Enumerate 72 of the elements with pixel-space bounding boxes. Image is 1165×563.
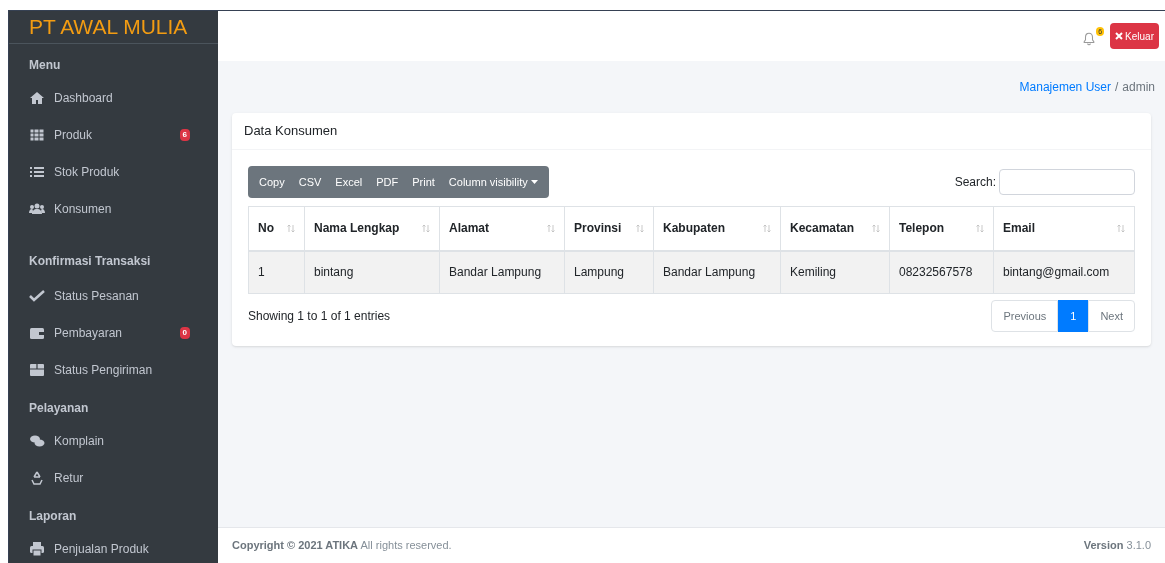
sort-icon bbox=[636, 223, 644, 233]
check-icon bbox=[29, 288, 45, 304]
table-cell: bintang@gmail.com bbox=[993, 250, 1135, 294]
grid-icon bbox=[29, 127, 45, 143]
table-cell: Bandar Lampung bbox=[439, 250, 565, 294]
brand-title[interactable]: PT AWAL MULIA bbox=[29, 11, 188, 43]
sidebar-item[interactable]: Produk 6 bbox=[29, 116, 198, 154]
table-cell: 1 bbox=[248, 250, 305, 294]
version-text: Version 3.1.0 bbox=[1083, 538, 1151, 554]
logout-button[interactable]: Keluar bbox=[1110, 23, 1159, 49]
chat-icon bbox=[29, 433, 45, 449]
search-field[interactable] bbox=[999, 169, 1135, 195]
sidebar-item[interactable]: Komplain bbox=[29, 422, 198, 460]
sort-icon bbox=[872, 223, 880, 233]
printer-icon bbox=[29, 541, 45, 557]
breadcrumb-separator: / bbox=[1114, 79, 1119, 96]
caret-icon bbox=[530, 180, 538, 184]
sidebar-item[interactable]: Status Pengiriman bbox=[29, 351, 198, 389]
users-icon bbox=[29, 201, 45, 217]
home-icon bbox=[29, 90, 45, 106]
breadcrumb-current: admin bbox=[1122, 79, 1155, 96]
sort-icon bbox=[763, 223, 771, 233]
list-icon bbox=[29, 164, 45, 180]
table-cell: Bandar Lampung bbox=[653, 250, 781, 294]
sidebar-item[interactable]: Status Pesanan bbox=[29, 277, 198, 315]
sidebar-heading: Laporan bbox=[29, 507, 78, 525]
column-header[interactable]: Kecamatan bbox=[780, 206, 890, 251]
sidebar-item[interactable]: Retur bbox=[29, 459, 198, 497]
page-button[interactable]: 1 bbox=[1058, 300, 1089, 332]
column-header[interactable]: Email bbox=[993, 206, 1135, 251]
count-badge: 0 bbox=[179, 327, 190, 339]
bell-icon bbox=[1082, 31, 1097, 46]
export-button[interactable]: PDF bbox=[369, 166, 406, 198]
export-button[interactable]: CSV bbox=[291, 166, 329, 198]
sidebar-item[interactable]: Stok Produk bbox=[29, 153, 198, 191]
column-header[interactable]: Telepon bbox=[889, 206, 994, 251]
sidebar-heading: Pelayanan bbox=[29, 399, 90, 417]
export-button[interactable]: Print bbox=[405, 166, 442, 198]
sort-icon bbox=[976, 223, 984, 233]
breadcrumb-link[interactable]: Manajemen User bbox=[1019, 78, 1111, 96]
sort-icon bbox=[547, 223, 555, 233]
page-button[interactable]: Previous bbox=[991, 300, 1059, 332]
sidebar-item[interactable]: Konsumen bbox=[29, 190, 198, 228]
search-label: Search: bbox=[954, 174, 996, 191]
column-header[interactable]: Nama Lengkap bbox=[304, 206, 440, 251]
sort-icon bbox=[287, 223, 295, 233]
sidebar-item[interactable]: Penjualan Produk bbox=[29, 530, 198, 563]
table-cell: Lampung bbox=[564, 250, 654, 294]
copyright-text: Copyright © 2021 ATIKA All rights reserved. bbox=[232, 538, 452, 554]
column-header[interactable]: No bbox=[248, 206, 305, 251]
export-button[interactable]: Excel bbox=[328, 166, 370, 198]
sidebar-item[interactable]: Pembayaran 0 bbox=[29, 314, 198, 352]
close-icon bbox=[1115, 32, 1124, 40]
table-cell: 08232567578 bbox=[889, 250, 994, 294]
sidebar-item[interactable]: Dashboard bbox=[29, 79, 198, 117]
column-header[interactable]: Alamat bbox=[439, 206, 565, 251]
box-icon bbox=[29, 362, 45, 378]
sidebar-heading: Konfirmasi Transaksi bbox=[29, 252, 152, 270]
dropdown-button[interactable]: Column visibility bbox=[441, 166, 545, 198]
sidebar-heading: Menu bbox=[29, 56, 62, 74]
sort-icon bbox=[422, 223, 430, 233]
column-header[interactable]: Provinsi bbox=[564, 206, 654, 251]
count-badge: 6 bbox=[179, 129, 190, 141]
entries-info: Showing 1 to 1 of 1 entries bbox=[248, 308, 391, 325]
sort-icon bbox=[1117, 223, 1125, 233]
table-cell: Kemiling bbox=[780, 250, 890, 294]
column-header[interactable]: Kabupaten bbox=[653, 206, 781, 251]
card-title: Data Konsumen bbox=[244, 122, 338, 141]
page-button[interactable]: Next bbox=[1088, 300, 1135, 332]
export-button[interactable]: Copy bbox=[252, 166, 292, 198]
wallet-icon bbox=[29, 325, 45, 341]
table-cell: bintang bbox=[304, 250, 440, 294]
